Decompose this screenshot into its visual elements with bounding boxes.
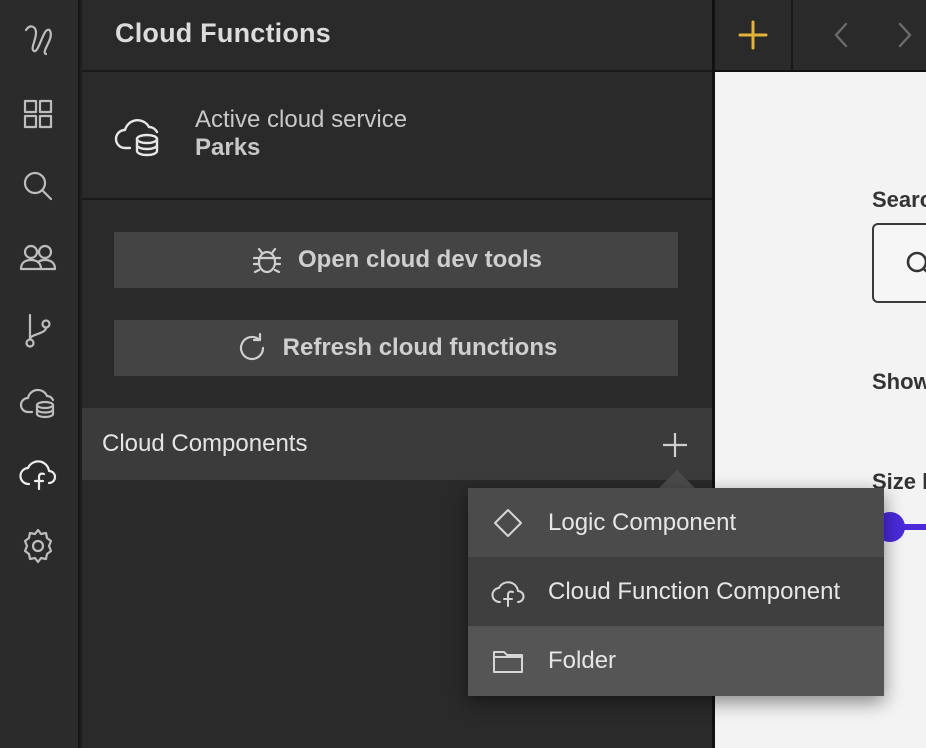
search-field-label: Searc [872,187,926,212]
open-dev-tools-label: Open cloud dev tools [297,246,543,273]
previous-tab-button[interactable] [825,18,859,52]
new-tab-button[interactable] [715,0,793,70]
menu-item-label: Folder [548,647,617,674]
refresh-icon [239,332,264,361]
users-icon[interactable] [12,232,64,284]
chevron-left-icon [834,22,848,48]
cloud-database-icon[interactable] [12,376,64,428]
search-input[interactable] [872,223,926,303]
diamond-icon [490,505,526,541]
menu-item-cloud-function-component[interactable]: Cloud Function Component [468,557,884,626]
active-service-name: Parks [195,134,261,161]
next-tab-button[interactable] [887,18,921,52]
panel-title: Cloud Functions [115,18,331,48]
cloud-database-icon [112,110,164,162]
folder-icon [490,643,526,679]
active-service[interactable]: Active cloud service Parks [82,72,712,200]
show-label: Show [872,369,926,394]
branch-icon[interactable] [12,304,64,356]
menu-caret [659,470,695,488]
refresh-cloud-functions-label: Refresh cloud functions [282,334,558,361]
open-dev-tools-button[interactable]: Open cloud dev tools [114,232,678,288]
menu-item-folder[interactable]: Folder [468,626,884,696]
logo-icon[interactable] [12,14,64,66]
settings-icon[interactable] [12,520,64,572]
bug-icon [252,247,282,274]
cloud-function-icon [490,574,526,610]
refresh-cloud-functions-button[interactable]: Refresh cloud functions [114,320,678,376]
tab-bar [715,0,926,72]
menu-item-label: Logic Component [548,508,737,536]
icon-rail [0,0,80,748]
plus-icon [663,433,687,457]
add-component-button[interactable] [660,430,690,460]
active-service-label: Active cloud service [195,106,408,133]
panel-header: Cloud Functions [82,0,712,72]
plus-icon [738,20,768,50]
menu-item-logic-component[interactable]: Logic Component [468,488,884,557]
search-icon [906,251,926,273]
components-grid-icon[interactable] [12,88,64,140]
search-icon[interactable] [12,160,64,212]
cloud-components-section[interactable]: Cloud Components [82,408,712,480]
add-component-menu: Logic Component Cloud Function Component… [468,488,884,696]
menu-item-label: Cloud Function Component [548,577,841,605]
chevron-right-icon [898,22,912,48]
cloud-function-icon[interactable] [12,448,64,500]
cloud-components-label: Cloud Components [102,430,308,457]
